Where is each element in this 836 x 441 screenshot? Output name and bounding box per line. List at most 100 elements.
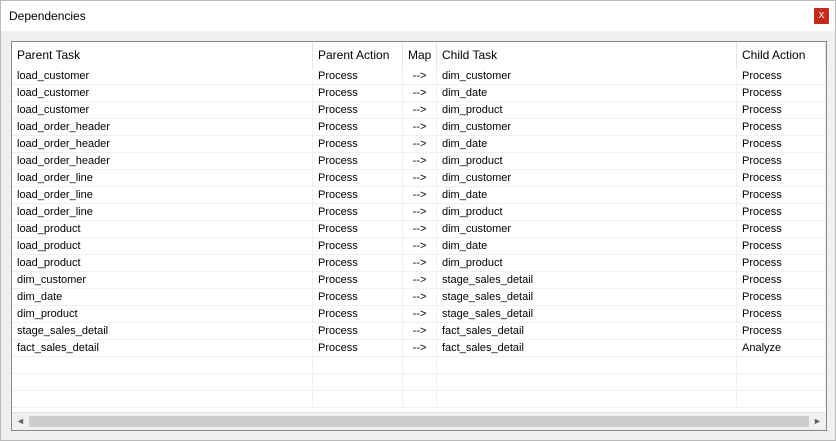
cell-parent-task [12, 357, 313, 374]
cell-map: --> [403, 323, 437, 340]
cell-child-task: dim_date [437, 238, 737, 255]
table-row[interactable]: load_product Process --> dim_date Process [12, 238, 826, 255]
cell-child-action: Process [737, 306, 826, 323]
cell-parent-action: Process [313, 255, 403, 272]
cell-child-action: Process [737, 119, 826, 136]
cell-child-task: dim_product [437, 102, 737, 119]
close-button[interactable]: x [814, 8, 829, 24]
column-header-parent-action[interactable]: Parent Action [313, 42, 403, 68]
cell-parent-action: Process [313, 136, 403, 153]
cell-parent-action: Process [313, 323, 403, 340]
cell-child-task: fact_sales_detail [437, 323, 737, 340]
table-row[interactable]: load_order_header Process --> dim_product Pr… [12, 153, 826, 170]
table-row[interactable]: dim_customer Process --> stage_sales_detail… [12, 272, 826, 289]
grid-header: Parent Task Parent Action Map Child Task… [12, 42, 826, 68]
cell-child-action [737, 391, 826, 408]
cell-parent-task [12, 374, 313, 391]
cell-parent-action: Process [313, 102, 403, 119]
cell-map: --> [403, 255, 437, 272]
dependencies-window: Dependencies x Parent Task Parent Action… [0, 0, 836, 441]
cell-child-task: stage_sales_detail [437, 272, 737, 289]
cell-child-task [437, 374, 737, 391]
column-header-child-task[interactable]: Child Task [437, 42, 737, 68]
cell-parent-action: Process [313, 272, 403, 289]
cell-parent-task: load_order_header [12, 136, 313, 153]
grid-rows: load_customer Process --> dim_customer Proce… [12, 68, 826, 408]
window-title: Dependencies [9, 9, 86, 23]
column-header-map[interactable]: Map [403, 42, 437, 68]
cell-parent-task [12, 391, 313, 408]
cell-child-task: fact_sales_detail [437, 340, 737, 357]
cell-parent-action: Process [313, 119, 403, 136]
cell-parent-action: Process [313, 204, 403, 221]
cell-parent-task: load_product [12, 238, 313, 255]
table-row[interactable] [12, 357, 826, 374]
cell-child-action: Process [737, 170, 826, 187]
cell-parent-task: load_product [12, 255, 313, 272]
table-row[interactable]: load_order_line Process --> dim_product Proc… [12, 204, 826, 221]
cell-child-task: dim_date [437, 187, 737, 204]
cell-map: --> [403, 306, 437, 323]
cell-child-task: dim_product [437, 255, 737, 272]
table-row[interactable]: load_customer Process --> dim_customer Proce… [12, 68, 826, 85]
table-row[interactable]: dim_product Process --> stage_sales_detail P… [12, 306, 826, 323]
scroll-left-arrow-icon[interactable]: ◄ [12, 413, 29, 430]
cell-parent-task: stage_sales_detail [12, 323, 313, 340]
cell-child-task: dim_customer [437, 170, 737, 187]
cell-map: --> [403, 68, 437, 85]
cell-map: --> [403, 238, 437, 255]
scroll-right-arrow-icon[interactable]: ► [809, 413, 826, 430]
table-row[interactable]: fact_sales_detail Process --> fact_sales_de… [12, 340, 826, 357]
cell-parent-task: load_order_header [12, 153, 313, 170]
cell-child-task: dim_product [437, 153, 737, 170]
cell-map [403, 391, 437, 408]
cell-parent-task: load_order_line [12, 170, 313, 187]
cell-parent-action: Process [313, 306, 403, 323]
cell-parent-action: Process [313, 340, 403, 357]
cell-child-action: Process [737, 102, 826, 119]
cell-map: --> [403, 153, 437, 170]
cell-child-action [737, 374, 826, 391]
cell-map: --> [403, 136, 437, 153]
cell-child-task: dim_product [437, 204, 737, 221]
cell-child-action: Process [737, 136, 826, 153]
horizontal-scrollbar[interactable]: ◄ ► [12, 412, 826, 430]
table-row[interactable] [12, 374, 826, 391]
table-row[interactable]: load_product Process --> dim_customer Proces… [12, 221, 826, 238]
cell-child-task: dim_date [437, 136, 737, 153]
cell-parent-task: dim_customer [12, 272, 313, 289]
column-header-parent-task[interactable]: Parent Task [12, 42, 313, 68]
cell-parent-action: Process [313, 187, 403, 204]
cell-child-task: dim_customer [437, 68, 737, 85]
cell-parent-action: Process [313, 85, 403, 102]
cell-map: --> [403, 272, 437, 289]
scrollbar-thumb[interactable] [29, 416, 809, 427]
cell-parent-task: dim_product [12, 306, 313, 323]
table-row[interactable]: load_order_line Process --> dim_customer Pro… [12, 170, 826, 187]
cell-child-task [437, 391, 737, 408]
cell-parent-action [313, 357, 403, 374]
cell-parent-action: Process [313, 289, 403, 306]
cell-child-task: dim_customer [437, 221, 737, 238]
cell-parent-action: Process [313, 68, 403, 85]
cell-parent-action: Process [313, 170, 403, 187]
cell-child-task: dim_date [437, 85, 737, 102]
table-row[interactable]: load_order_header Process --> dim_date Proce… [12, 136, 826, 153]
cell-parent-action: Process [313, 153, 403, 170]
table-row[interactable] [12, 391, 826, 408]
table-row[interactable]: stage_sales_detail Process --> fact_sales_d… [12, 323, 826, 340]
table-row[interactable]: load_customer Process --> dim_product Proces… [12, 102, 826, 119]
table-row[interactable]: dim_date Process --> stage_sales_detail Proc… [12, 289, 826, 306]
table-row[interactable]: load_product Process --> dim_product Process [12, 255, 826, 272]
cell-child-action: Process [737, 85, 826, 102]
table-row[interactable]: load_order_line Process --> dim_date Process [12, 187, 826, 204]
cell-child-task: dim_customer [437, 119, 737, 136]
cell-child-action [737, 357, 826, 374]
column-header-child-action[interactable]: Child Action [737, 42, 826, 68]
table-row[interactable]: load_order_header Process --> dim_customer P… [12, 119, 826, 136]
table-row[interactable]: load_customer Process --> dim_date Process [12, 85, 826, 102]
dependencies-grid: Parent Task Parent Action Map Child Task… [11, 41, 827, 431]
cell-child-action: Process [737, 272, 826, 289]
cell-parent-task: load_order_line [12, 187, 313, 204]
cell-child-task [437, 357, 737, 374]
